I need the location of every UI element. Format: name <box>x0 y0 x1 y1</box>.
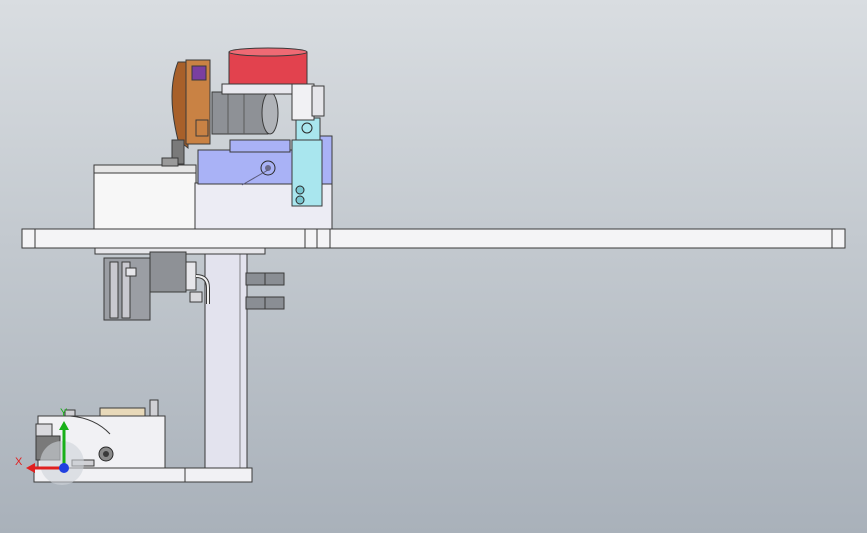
triad-graphic <box>26 421 84 485</box>
triad-x-label: X <box>15 456 23 468</box>
cover-box[interactable] <box>93 164 197 230</box>
coordinate-triad: X Y <box>14 405 94 485</box>
air-fittings[interactable] <box>245 272 285 310</box>
cyan-clamp[interactable] <box>291 117 323 207</box>
top-right-assembly[interactable] <box>291 83 325 121</box>
cad-viewport[interactable]: X Y <box>0 0 867 533</box>
model-view[interactable] <box>0 0 867 533</box>
main-plate[interactable] <box>21 228 846 249</box>
support-column[interactable] <box>204 247 248 471</box>
triad-y-label: Y <box>60 407 68 419</box>
motor[interactable] <box>211 91 279 135</box>
